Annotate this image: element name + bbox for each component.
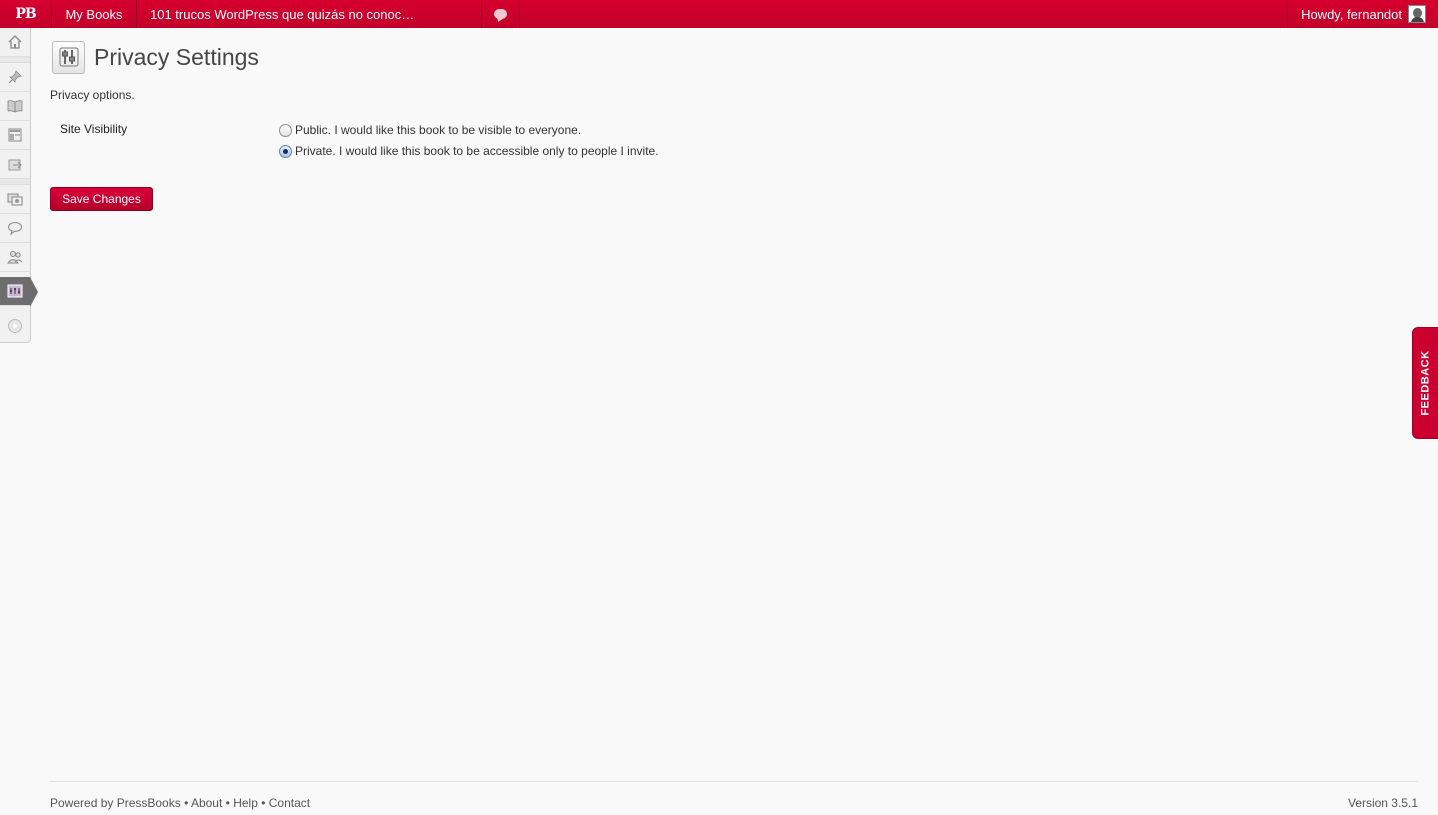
menu-media[interactable]	[0, 185, 30, 214]
site-visibility-label: Site Visibility	[60, 122, 128, 136]
page-title: Privacy Settings	[94, 43, 259, 70]
menu-export[interactable]	[0, 150, 30, 179]
comments-icon	[8, 222, 22, 236]
footer-separator: •	[180, 796, 191, 810]
save-changes-button[interactable]: Save Changes	[50, 187, 153, 211]
pressbooks-logo[interactable]: PB	[0, 0, 52, 28]
about-link[interactable]: About	[191, 796, 222, 810]
public-option-label: Public. I would like this book to be vis…	[295, 123, 582, 137]
dashboard-icon	[8, 35, 22, 49]
footer-links: Powered by PressBooks • About • Help • C…	[50, 796, 310, 810]
book-icon	[7, 100, 23, 113]
menu-comments[interactable]	[0, 214, 30, 243]
main-content: Privacy Settings Privacy options. Site V…	[50, 40, 1420, 211]
pressbooks-link[interactable]: PressBooks	[117, 796, 181, 810]
public-option[interactable]: Public. I would like this book to be vis…	[279, 123, 581, 137]
avatar	[1408, 5, 1426, 23]
pin-icon	[8, 70, 22, 84]
help-link[interactable]: Help	[233, 796, 258, 810]
menu-book[interactable]	[0, 92, 30, 121]
version-text: Version 3.5.1	[1347, 796, 1418, 810]
private-option-label: Private. I would like this book to be ac…	[295, 144, 659, 158]
menu-layout[interactable]	[0, 121, 30, 150]
footer-separator: •	[257, 796, 269, 810]
admin-side-menu	[0, 28, 38, 343]
menu-settings[interactable]	[0, 277, 38, 307]
page-header: Privacy Settings	[50, 40, 1420, 74]
export-icon	[8, 159, 22, 171]
menu-collapse[interactable]	[0, 311, 30, 340]
feedback-label: FEEDBACK	[1419, 350, 1432, 416]
admin-bar: PB My Books 101 trucos WordPress que qui…	[0, 0, 1438, 28]
footer: Powered by PressBooks • About • Help • C…	[50, 781, 1418, 815]
sliders-icon	[59, 47, 78, 67]
menu-users[interactable]	[0, 243, 30, 272]
feedback-tab[interactable]: FEEDBACK	[1412, 327, 1438, 439]
my-books-link[interactable]: My Books	[52, 0, 137, 28]
media-icon	[7, 193, 23, 206]
contact-link[interactable]: Contact	[269, 796, 310, 810]
settings-page-icon	[52, 40, 85, 74]
footer-separator: •	[222, 796, 234, 810]
privacy-intro: Privacy options.	[50, 88, 135, 102]
site-name-link[interactable]: 101 trucos WordPress que quizás no conoc…	[137, 0, 482, 28]
site-visibility-row: Site Visibility Public. I would like thi…	[50, 122, 1420, 172]
powered-by-text: Powered by	[50, 796, 117, 810]
collapse-icon	[8, 318, 22, 333]
public-radio[interactable]	[279, 123, 292, 137]
comment-bubble-icon	[494, 9, 507, 19]
howdy-text: Howdy, fernandot	[1301, 6, 1402, 22]
menu-dashboard[interactable]	[0, 28, 30, 57]
menu-posts[interactable]	[0, 63, 30, 92]
private-radio[interactable]	[279, 144, 292, 158]
account-menu[interactable]: Howdy, fernandot	[1287, 0, 1438, 28]
settings-icon	[7, 284, 23, 298]
users-icon	[7, 251, 23, 264]
private-option[interactable]: Private. I would like this book to be ac…	[279, 144, 659, 158]
comments-link[interactable]	[482, 0, 520, 28]
layout-icon	[8, 128, 22, 142]
